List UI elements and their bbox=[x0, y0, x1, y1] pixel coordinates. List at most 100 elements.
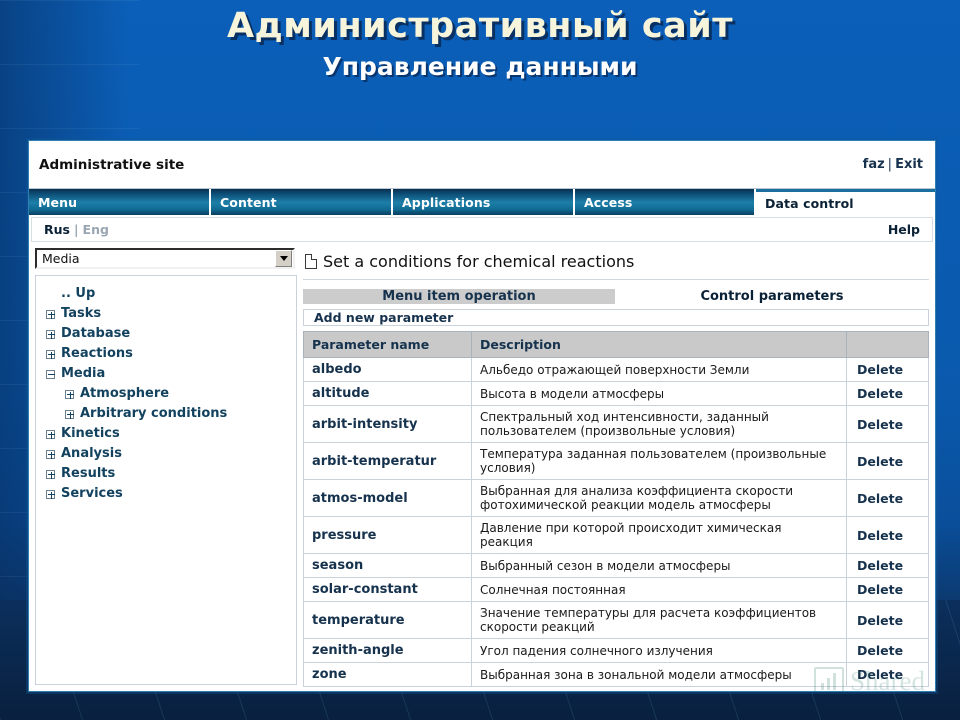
expand-icon[interactable] bbox=[46, 449, 55, 459]
tab-applications[interactable]: Applications bbox=[393, 189, 575, 215]
tree-item-analysis[interactable]: Analysis bbox=[46, 444, 290, 464]
app-header: Administrative site faz | Exit bbox=[29, 141, 935, 189]
cell-description: Угол падения солнечного излучения bbox=[471, 638, 847, 663]
delete-link[interactable]: Delete bbox=[846, 662, 929, 687]
cell-description: Значение температуры для расчета коэффиц… bbox=[471, 601, 847, 639]
cell-description: Спектральный ход интенсивности, заданный… bbox=[471, 405, 847, 443]
cell-parameter-name: pressure bbox=[303, 516, 472, 554]
table-row: pressure Давление при которой происходит … bbox=[303, 516, 929, 554]
delete-link[interactable]: Delete bbox=[846, 577, 929, 602]
tree-item-label: Arbitrary conditions bbox=[80, 406, 228, 421]
sidebar: Media .. Up Tasks Database Reactions Media At… bbox=[35, 248, 297, 685]
column-header-description: Description bbox=[471, 331, 847, 358]
delete-link[interactable]: Delete bbox=[846, 442, 929, 480]
table-row: altitude Высота в модели атмосферы Delete bbox=[303, 381, 929, 406]
help-link[interactable]: Help bbox=[888, 222, 920, 237]
header-links: faz | Exit bbox=[863, 157, 923, 172]
add-new-parameter-link[interactable]: Add new parameter bbox=[303, 309, 929, 326]
tree-item-database[interactable]: Database bbox=[46, 324, 290, 344]
page-title: Set a conditions for chemical reactions bbox=[323, 252, 635, 271]
tab-access[interactable]: Access bbox=[575, 189, 756, 215]
lang-eng[interactable]: Eng bbox=[83, 222, 109, 237]
delete-link[interactable]: Delete bbox=[846, 479, 929, 517]
tree-item-reactions[interactable]: Reactions bbox=[46, 344, 290, 364]
expand-icon[interactable] bbox=[65, 409, 74, 419]
tree-item-tasks[interactable]: Tasks bbox=[46, 304, 290, 324]
column-header-parameter-name: Parameter name bbox=[303, 331, 472, 358]
expand-icon[interactable] bbox=[46, 489, 55, 499]
cell-parameter-name: zone bbox=[303, 662, 472, 687]
expand-icon[interactable] bbox=[46, 429, 55, 439]
exit-link[interactable]: Exit bbox=[895, 157, 923, 172]
delete-link[interactable]: Delete bbox=[846, 516, 929, 554]
subtab-control-parameters[interactable]: Control parameters bbox=[615, 289, 929, 304]
table-row: season Выбранный сезон в модели атмосферы… bbox=[303, 553, 929, 578]
table-row: zenith-angle Угол падения солнечного излу… bbox=[303, 638, 929, 663]
app-body: Media .. Up Tasks Database Reactions Media At… bbox=[29, 242, 935, 691]
chevron-down-icon[interactable] bbox=[275, 250, 292, 267]
expand-icon[interactable] bbox=[65, 389, 74, 399]
collapse-icon[interactable] bbox=[46, 369, 55, 379]
content-pane: Set a conditions for chemical reactions … bbox=[303, 248, 931, 687]
tree-item-label: .. Up bbox=[61, 286, 96, 301]
admin-site-window: Administrative site faz | Exit Menu Conten… bbox=[28, 140, 936, 692]
expand-icon[interactable] bbox=[46, 309, 55, 319]
delete-link[interactable]: Delete bbox=[846, 638, 929, 663]
user-link[interactable]: faz bbox=[863, 157, 885, 172]
tab-content[interactable]: Content bbox=[211, 189, 393, 215]
cell-parameter-name: arbit-temperatur bbox=[303, 442, 472, 480]
cell-parameter-name: atmos-model bbox=[303, 479, 472, 517]
section-select-value: Media bbox=[42, 251, 80, 266]
tree-item-kinetics[interactable]: Kinetics bbox=[46, 424, 290, 444]
cell-parameter-name: temperature bbox=[303, 601, 472, 639]
table-header-row: Parameter name Description bbox=[303, 331, 929, 358]
delete-link[interactable]: Delete bbox=[846, 553, 929, 578]
tree-item-up[interactable]: .. Up bbox=[46, 284, 290, 304]
cell-parameter-name: albedo bbox=[303, 357, 472, 382]
expand-icon[interactable] bbox=[46, 329, 55, 339]
tree-item-atmosphere[interactable]: Atmosphere bbox=[46, 384, 290, 404]
tree-item-label: Kinetics bbox=[61, 426, 120, 441]
tree-item-label: Tasks bbox=[61, 306, 102, 321]
tree-item-results[interactable]: Results bbox=[46, 464, 290, 484]
parameters-table: Parameter name Description albedo Альбедо… bbox=[303, 331, 929, 687]
page-title-row: Set a conditions for chemical reactions bbox=[303, 248, 929, 280]
table-row: arbit-intensity Спектральный ход интенсив… bbox=[303, 405, 929, 443]
expand-icon[interactable] bbox=[46, 469, 55, 479]
cell-description: Альбедо отражающей поверхности Земли bbox=[471, 357, 847, 382]
delete-link[interactable]: Delete bbox=[846, 381, 929, 406]
expand-icon[interactable] bbox=[46, 349, 55, 359]
cell-description: Выбранная зона в зональной модели атмосф… bbox=[471, 662, 847, 687]
language-switcher: Rus | Eng bbox=[44, 222, 109, 237]
subtab-menu-item-operation[interactable]: Menu item operation bbox=[303, 289, 615, 304]
cell-description: Температура заданная пользователем (прои… bbox=[471, 442, 847, 480]
tree-item-services[interactable]: Services bbox=[46, 484, 290, 504]
lang-rus[interactable]: Rus bbox=[44, 222, 70, 237]
table-row: zone Выбранная зона в зональной модели ат… bbox=[303, 662, 929, 687]
tab-menu[interactable]: Menu bbox=[29, 189, 211, 215]
tree-item-media[interactable]: Media bbox=[46, 364, 290, 384]
column-header-actions bbox=[846, 331, 929, 358]
tab-data-control[interactable]: Data control bbox=[756, 189, 935, 215]
delete-link[interactable]: Delete bbox=[846, 601, 929, 639]
tree-item-label: Database bbox=[61, 326, 131, 341]
cell-parameter-name: solar-constant bbox=[303, 577, 472, 602]
slide-title-block: Административный сайт Управление данными bbox=[0, 6, 960, 81]
cell-parameter-name: season bbox=[303, 553, 472, 578]
section-select[interactable]: Media bbox=[35, 248, 295, 269]
cell-description: Выбранный сезон в модели атмосферы bbox=[471, 553, 847, 578]
language-bar: Rus | Eng Help bbox=[31, 217, 933, 242]
app-title: Administrative site bbox=[39, 156, 185, 173]
tree-item-label: Reactions bbox=[61, 346, 133, 361]
table-header: Parameter name Description bbox=[303, 331, 929, 358]
delete-link[interactable]: Delete bbox=[846, 357, 929, 382]
delete-link[interactable]: Delete bbox=[846, 405, 929, 443]
tree-item-label: Atmosphere bbox=[80, 386, 170, 401]
tree-item-arbitrary-conditions[interactable]: Arbitrary conditions bbox=[46, 404, 290, 424]
tree-item-label: Media bbox=[61, 366, 106, 381]
document-icon bbox=[305, 254, 317, 269]
cell-description: Выбранная для анализа коэффициента скоро… bbox=[471, 479, 847, 517]
table-row: arbit-temperatur Температура заданная пол… bbox=[303, 442, 929, 480]
table-row: temperature Значение температуры для расч… bbox=[303, 601, 929, 639]
slide-title: Административный сайт bbox=[226, 6, 734, 46]
